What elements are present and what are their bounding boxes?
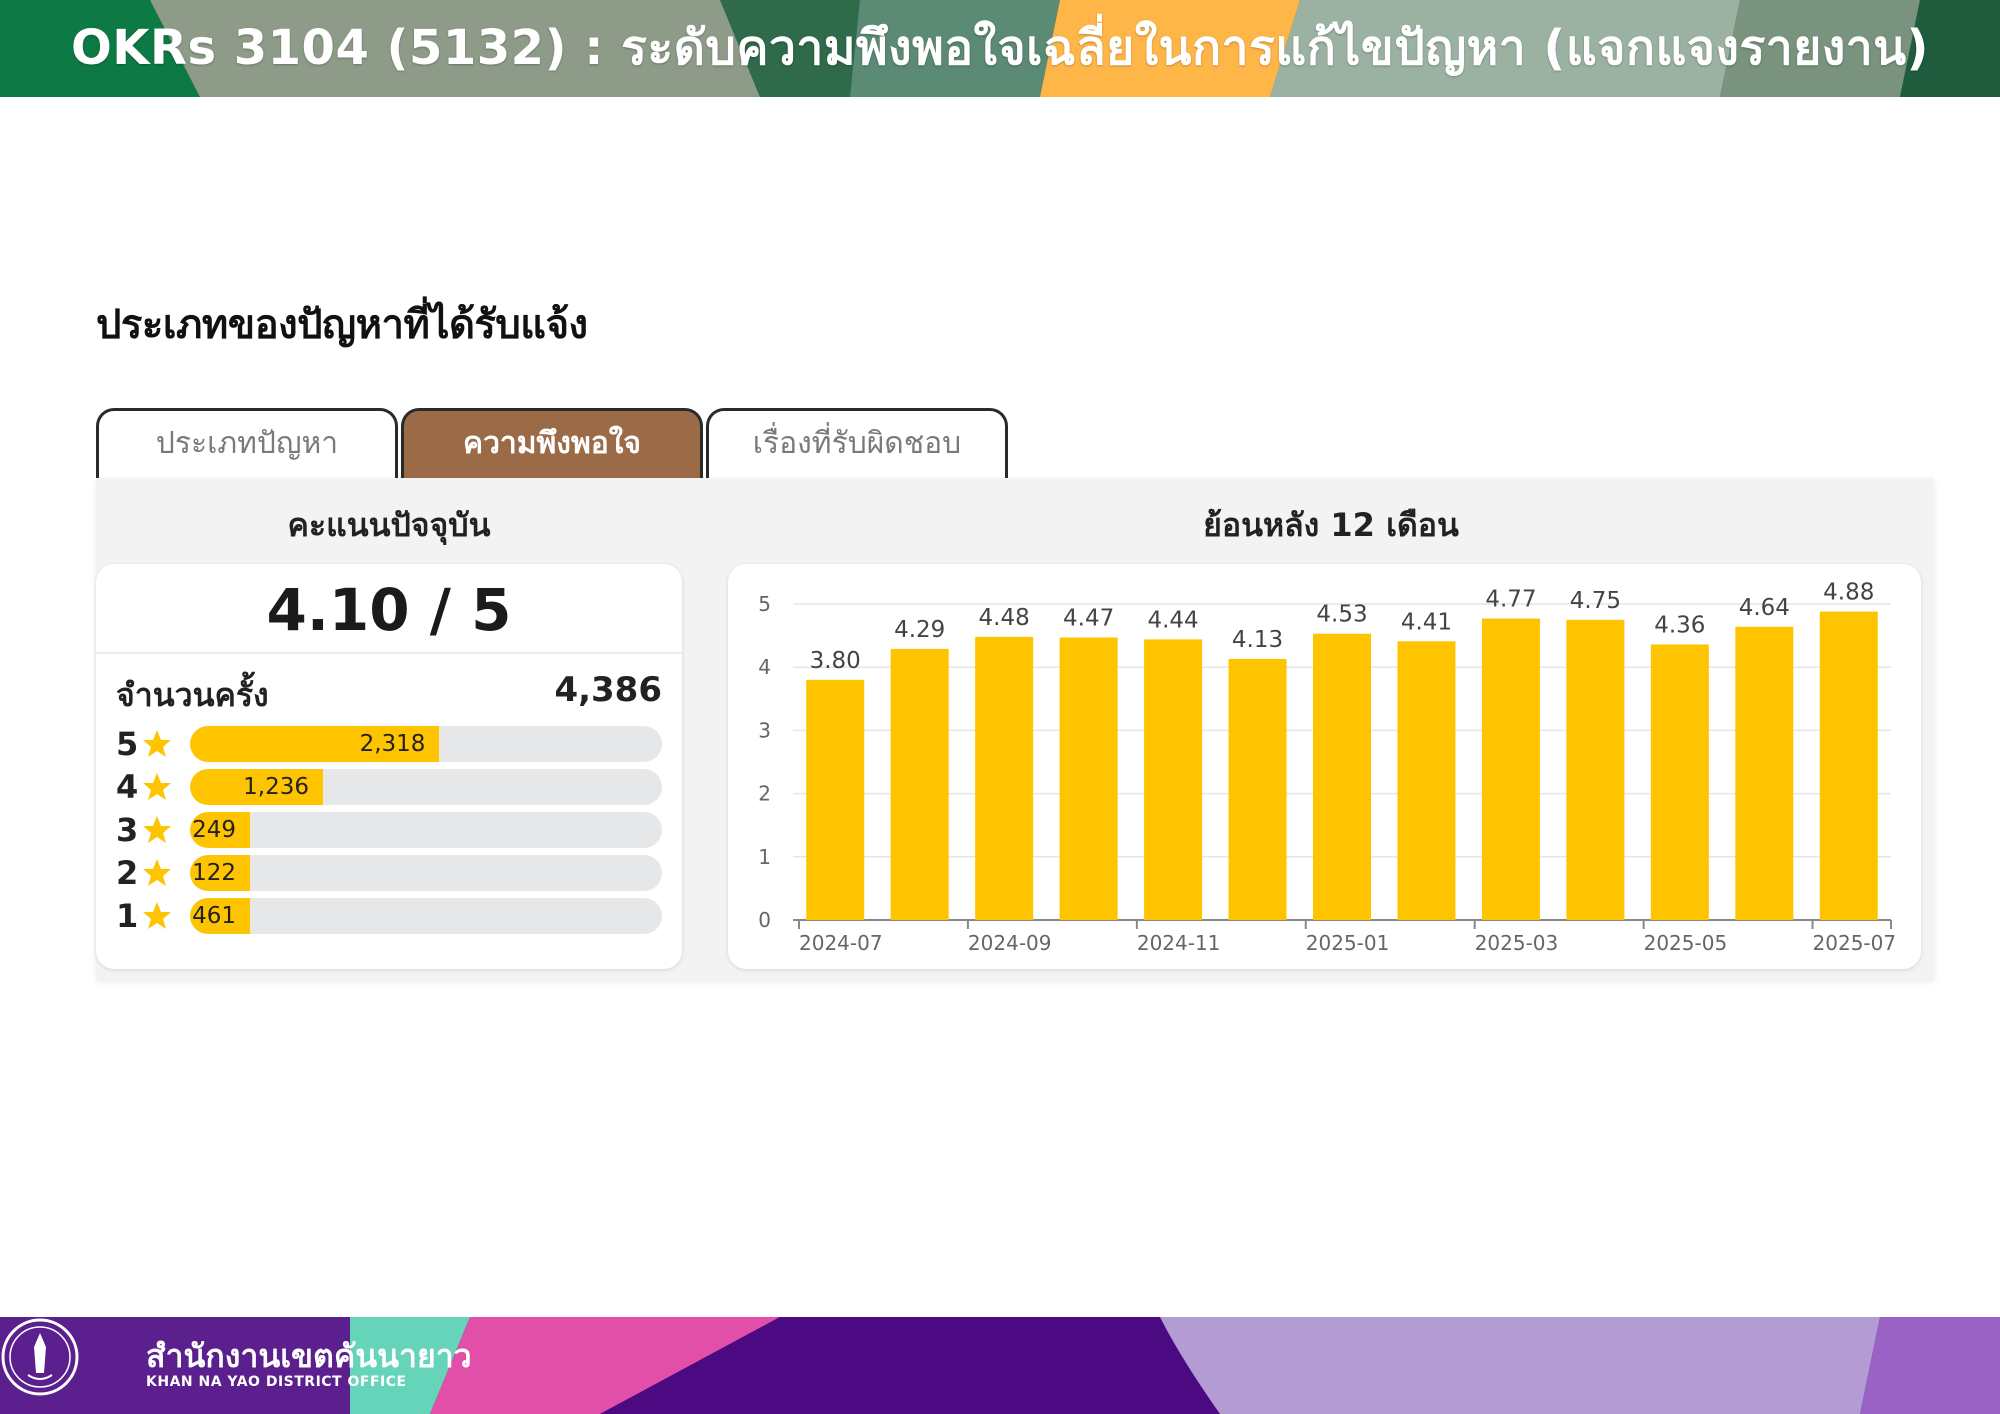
count-label: จำนวนครั้ง xyxy=(116,676,269,714)
rating-row: 2 122 xyxy=(116,855,662,891)
bar-value-label: 4.88 xyxy=(1823,580,1874,606)
average-score: 4.10 / 5 xyxy=(266,576,512,644)
divider xyxy=(96,652,682,654)
rating-stars-number: 2 xyxy=(116,854,139,892)
rating-track: 2,318 xyxy=(190,726,662,762)
bar-value-label: 4.75 xyxy=(1570,588,1621,614)
rating-count-label: 461 xyxy=(192,903,236,929)
star-icon xyxy=(143,859,171,886)
y-tick-label: 0 xyxy=(758,908,771,932)
y-tick-label: 4 xyxy=(758,655,771,679)
chart-bar xyxy=(1566,619,1625,920)
rating-count-label: 2,318 xyxy=(359,731,426,757)
y-tick-label: 2 xyxy=(758,782,771,806)
rating-row: 5 2,318 xyxy=(116,726,662,762)
history-title: ย้อนหลัง 12 เดือน xyxy=(1203,506,1459,544)
tab-responsible-matters[interactable]: เรื่องที่รับผิดชอบ xyxy=(706,408,1008,480)
chart-bar xyxy=(1059,637,1118,920)
page-title: OKRs 3104 (5132) : ระดับความพึงพอใจเฉลี่… xyxy=(71,20,1929,76)
star-icon xyxy=(143,773,171,800)
bar-value-label: 4.13 xyxy=(1232,627,1283,653)
section-title: ประเภทของปัญหาที่ได้รับแจ้ง xyxy=(96,302,588,348)
chart-bar xyxy=(1735,626,1794,920)
count-value: 4,386 xyxy=(554,670,662,710)
chart-bar xyxy=(1228,658,1287,920)
rating-track: 249 xyxy=(190,812,662,848)
bar-value-label: 4.64 xyxy=(1739,595,1790,621)
tab-problem-type[interactable]: ประเภทปัญหา xyxy=(96,408,398,480)
tab-bar: ประเภทปัญหา ความพึงพอใจ เรื่องที่รับผิดช… xyxy=(96,408,1010,480)
rating-stars-number: 1 xyxy=(116,897,139,935)
rating-track: 1,236 xyxy=(190,769,662,805)
rating-count-label: 249 xyxy=(192,817,236,843)
rating-row: 4 1,236 xyxy=(116,769,662,805)
bangkok-emblem-icon xyxy=(1,1318,79,1396)
footer-banner: สำนักงานเขตคันนายาว KHAN NA YAO DISTRICT… xyxy=(0,1317,2000,1414)
rating-track: 122 xyxy=(190,855,662,891)
rating-row: 3 249 xyxy=(116,812,662,848)
y-tick-label: 5 xyxy=(758,592,771,616)
bar-value-label: 4.53 xyxy=(1316,602,1367,628)
y-tick-label: 1 xyxy=(758,845,771,869)
bar-value-label: 4.48 xyxy=(979,605,1030,631)
chart-bar xyxy=(890,648,949,920)
rating-count-label: 1,236 xyxy=(243,774,309,800)
dashboard-panel: คะแนนปัจจุบัน ย้อนหลัง 12 เดือน 4.10 / 5… xyxy=(96,478,1934,980)
bar-value-label: 4.44 xyxy=(1147,607,1198,633)
bar-value-label: 4.77 xyxy=(1485,587,1536,613)
chart-bar xyxy=(1819,611,1878,920)
x-tick-label: 2024-07 xyxy=(799,931,883,955)
chart-bar xyxy=(1397,641,1456,920)
star-icon xyxy=(143,902,171,929)
x-tick-label: 2025-05 xyxy=(1644,931,1728,955)
tab-satisfaction[interactable]: ความพึงพอใจ xyxy=(401,408,703,480)
x-tick-label: 2025-03 xyxy=(1475,931,1559,955)
rating-row: 1 461 xyxy=(116,898,662,934)
star-icon xyxy=(143,816,171,843)
rating-stars-number: 3 xyxy=(116,811,139,849)
header-banner: OKRs 3104 (5132) : ระดับความพึงพอใจเฉลี่… xyxy=(0,0,2000,97)
star-icon xyxy=(143,730,171,757)
current-score-title: คะแนนปัจจุบัน xyxy=(287,506,491,544)
rating-stars-number: 5 xyxy=(116,725,139,763)
chart-bar xyxy=(1481,618,1540,920)
rating-stars-number: 4 xyxy=(116,768,139,806)
chart-bar xyxy=(1144,639,1203,920)
chart-bar xyxy=(1313,633,1371,920)
chart-bar xyxy=(975,636,1034,920)
rating-count-label: 122 xyxy=(192,860,236,886)
x-tick-label: 2025-01 xyxy=(1306,931,1390,955)
bar-value-label: 4.41 xyxy=(1401,609,1452,635)
x-tick-label: 2025-07 xyxy=(1813,931,1897,955)
x-tick-label: 2024-09 xyxy=(968,931,1052,955)
history-chart-card: 0 1 2 3 4 5 3.80 2024-07 4.29 4.48 2024-09 4.47 4.44… xyxy=(728,564,1921,969)
x-tick-label: 2024-11 xyxy=(1137,931,1221,955)
footer-office-subtitle: KHAN NA YAO DISTRICT OFFICE xyxy=(146,1374,407,1390)
bar-value-label: 3.80 xyxy=(810,648,861,674)
bar-value-label: 4.47 xyxy=(1063,605,1114,631)
history-bar-chart: 0 1 2 3 4 5 3.80 2024-07 4.29 4.48 2024-09 4.47 4.44… xyxy=(758,580,1897,955)
chart-bar xyxy=(806,679,865,920)
y-tick-label: 3 xyxy=(758,718,771,742)
bar-value-label: 4.29 xyxy=(894,617,945,643)
current-score-card: 4.10 / 5 จำนวนครั้ง 4,386 5 2,318 4 1,236 3 2… xyxy=(96,564,682,969)
rating-track: 461 xyxy=(190,898,662,934)
bar-value-label: 4.36 xyxy=(1654,612,1705,638)
chart-bar xyxy=(1650,644,1709,920)
